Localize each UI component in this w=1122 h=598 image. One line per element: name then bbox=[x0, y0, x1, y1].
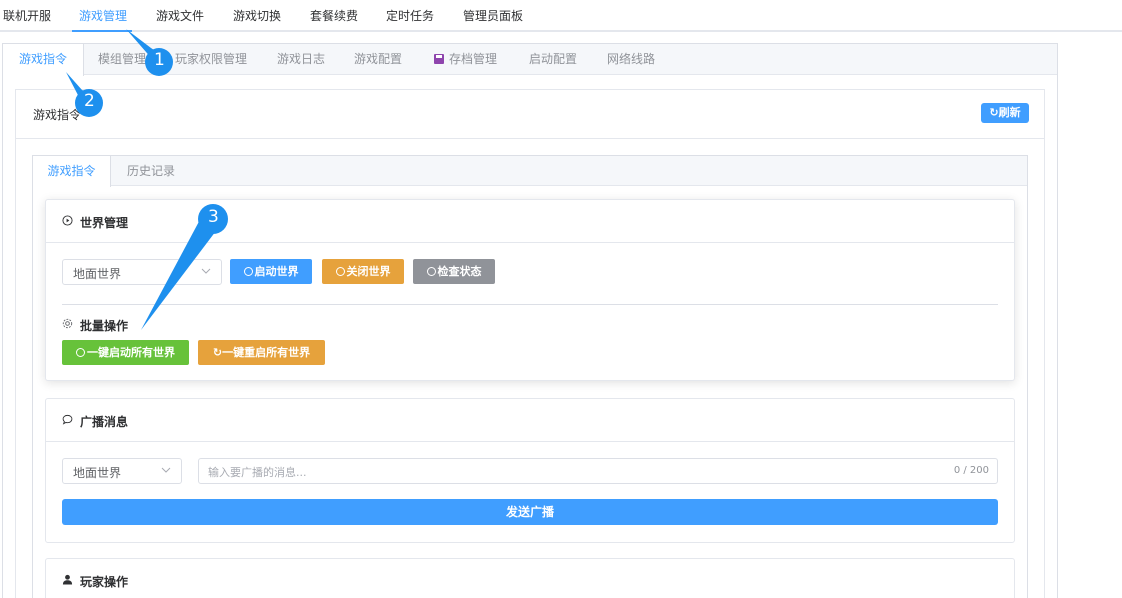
refresh-icon: ↻ bbox=[212, 346, 223, 359]
tab-launch-config[interactable]: 启动配置 bbox=[529, 44, 577, 75]
chevron-down-icon bbox=[161, 467, 171, 473]
check-status-label: 检查状态 bbox=[437, 265, 482, 278]
nav-item-lan-server[interactable]: 联机开服 bbox=[3, 0, 51, 32]
batch-operations-label: 批量操作 bbox=[80, 319, 129, 333]
tab-commands[interactable]: 游戏指令 bbox=[33, 156, 111, 187]
nav-item-game-switch[interactable]: 游戏切换 bbox=[233, 0, 281, 32]
broadcast-world-select[interactable]: 地面世界 bbox=[62, 458, 182, 484]
nav-active-indicator bbox=[72, 30, 132, 32]
command-panel-header: 游戏指令 ↻刷新 bbox=[16, 90, 1044, 139]
floppy-disk-icon bbox=[434, 54, 444, 64]
tab-network-routes[interactable]: 网络线路 bbox=[607, 44, 655, 75]
refresh-icon: ↻ bbox=[989, 106, 999, 119]
refresh-button[interactable]: ↻刷新 bbox=[981, 103, 1029, 123]
tab-game-commands[interactable]: 游戏指令 bbox=[3, 44, 85, 76]
tab-mod-management[interactable]: 模组管理 bbox=[98, 44, 146, 75]
chevron-down-icon bbox=[201, 268, 211, 274]
tab-game-config[interactable]: 游戏配置 bbox=[354, 44, 402, 75]
stop-world-label: 关闭世界 bbox=[346, 265, 391, 278]
nav-item-game-files[interactable]: 游戏文件 bbox=[156, 0, 204, 32]
broadcast-world-value: 地面世界 bbox=[73, 466, 122, 480]
inner-tab-bar: 游戏指令 历史记录 bbox=[33, 156, 1027, 187]
refresh-label: 刷新 bbox=[998, 106, 1021, 119]
play-icon bbox=[76, 348, 85, 357]
world-management-section: 世界管理 地面世界 启动世界 关闭世界 检查状态 批量操作 一键启动所有世界 ↻… bbox=[45, 199, 1015, 381]
restart-all-worlds-label: 一键重启所有世界 bbox=[222, 346, 311, 359]
start-all-worlds-label: 一键启动所有世界 bbox=[87, 346, 175, 359]
player-operations-title: 玩家操作 bbox=[80, 575, 129, 589]
broadcast-title: 广播消息 bbox=[80, 415, 129, 429]
gear-icon bbox=[62, 318, 73, 329]
stop-world-button[interactable]: 关闭世界 bbox=[322, 259, 404, 284]
callout-number: 1 bbox=[154, 50, 165, 70]
tab-game-logs[interactable]: 游戏日志 bbox=[277, 44, 325, 75]
nav-item-game-management[interactable]: 游戏管理 bbox=[79, 0, 127, 32]
start-world-button[interactable]: 启动世界 bbox=[230, 259, 312, 284]
nav-item-admin-panel[interactable]: 管理员面板 bbox=[463, 0, 523, 32]
command-panel: 游戏指令 ↻刷新 游戏指令 历史记录 世界管理 地面世界 启动世界 关闭世界 检… bbox=[15, 89, 1045, 598]
nav-item-scheduled-tasks[interactable]: 定时任务 bbox=[386, 0, 434, 32]
broadcast-header: 广播消息 bbox=[46, 399, 1014, 442]
world-management-title: 世界管理 bbox=[80, 216, 129, 230]
command-panel-title: 游戏指令 bbox=[33, 108, 82, 122]
broadcast-placeholder: 输入要广播的消息... bbox=[208, 466, 307, 479]
character-counter: 0 / 200 bbox=[953, 465, 989, 476]
game-management-card: 游戏指令 模组管理 玩家权限管理 游戏日志 游戏配置 存档管理 启动配置 网络线… bbox=[2, 43, 1058, 598]
broadcast-message-input[interactable]: 输入要广播的消息... 0 / 200 bbox=[198, 458, 998, 484]
player-operations-section: 玩家操作 bbox=[45, 558, 1015, 598]
callout-number: 3 bbox=[208, 207, 219, 227]
world-management-header: 世界管理 bbox=[46, 200, 1014, 243]
broadcast-section: 广播消息 地面世界 输入要广播的消息... 0 / 200 发送广播 bbox=[45, 398, 1015, 543]
play-circle-icon bbox=[62, 215, 73, 226]
restart-all-worlds-button[interactable]: ↻一键重启所有世界 bbox=[198, 340, 325, 365]
send-broadcast-button[interactable]: 发送广播 bbox=[62, 499, 998, 525]
tab-save-management-label: 存档管理 bbox=[449, 52, 498, 66]
check-status-button[interactable]: 检查状态 bbox=[413, 259, 495, 284]
start-all-worlds-button[interactable]: 一键启动所有世界 bbox=[62, 340, 189, 365]
power-icon bbox=[335, 267, 345, 276]
top-nav: 联机开服 游戏管理 游戏文件 游戏切换 套餐续费 定时任务 管理员面板 bbox=[0, 0, 1122, 32]
world-select-value: 地面世界 bbox=[73, 267, 122, 281]
tab-player-permissions[interactable]: 玩家权限管理 bbox=[175, 44, 247, 75]
tab-save-management[interactable]: 存档管理 bbox=[434, 44, 497, 75]
status-icon bbox=[426, 267, 436, 276]
player-operations-header: 玩家操作 bbox=[46, 559, 1014, 598]
play-icon bbox=[243, 267, 253, 276]
chat-bubble-icon bbox=[62, 414, 73, 425]
start-world-label: 启动世界 bbox=[254, 265, 299, 278]
nav-item-plan-renewal[interactable]: 套餐续费 bbox=[310, 0, 358, 32]
tab-history[interactable]: 历史记录 bbox=[127, 156, 175, 186]
world-select[interactable]: 地面世界 bbox=[62, 259, 222, 285]
callout-number: 2 bbox=[84, 91, 95, 111]
section-divider bbox=[62, 304, 998, 305]
command-tabs-card: 游戏指令 历史记录 世界管理 地面世界 启动世界 关闭世界 检查状态 批量操作 bbox=[32, 155, 1028, 598]
user-icon bbox=[62, 574, 73, 585]
